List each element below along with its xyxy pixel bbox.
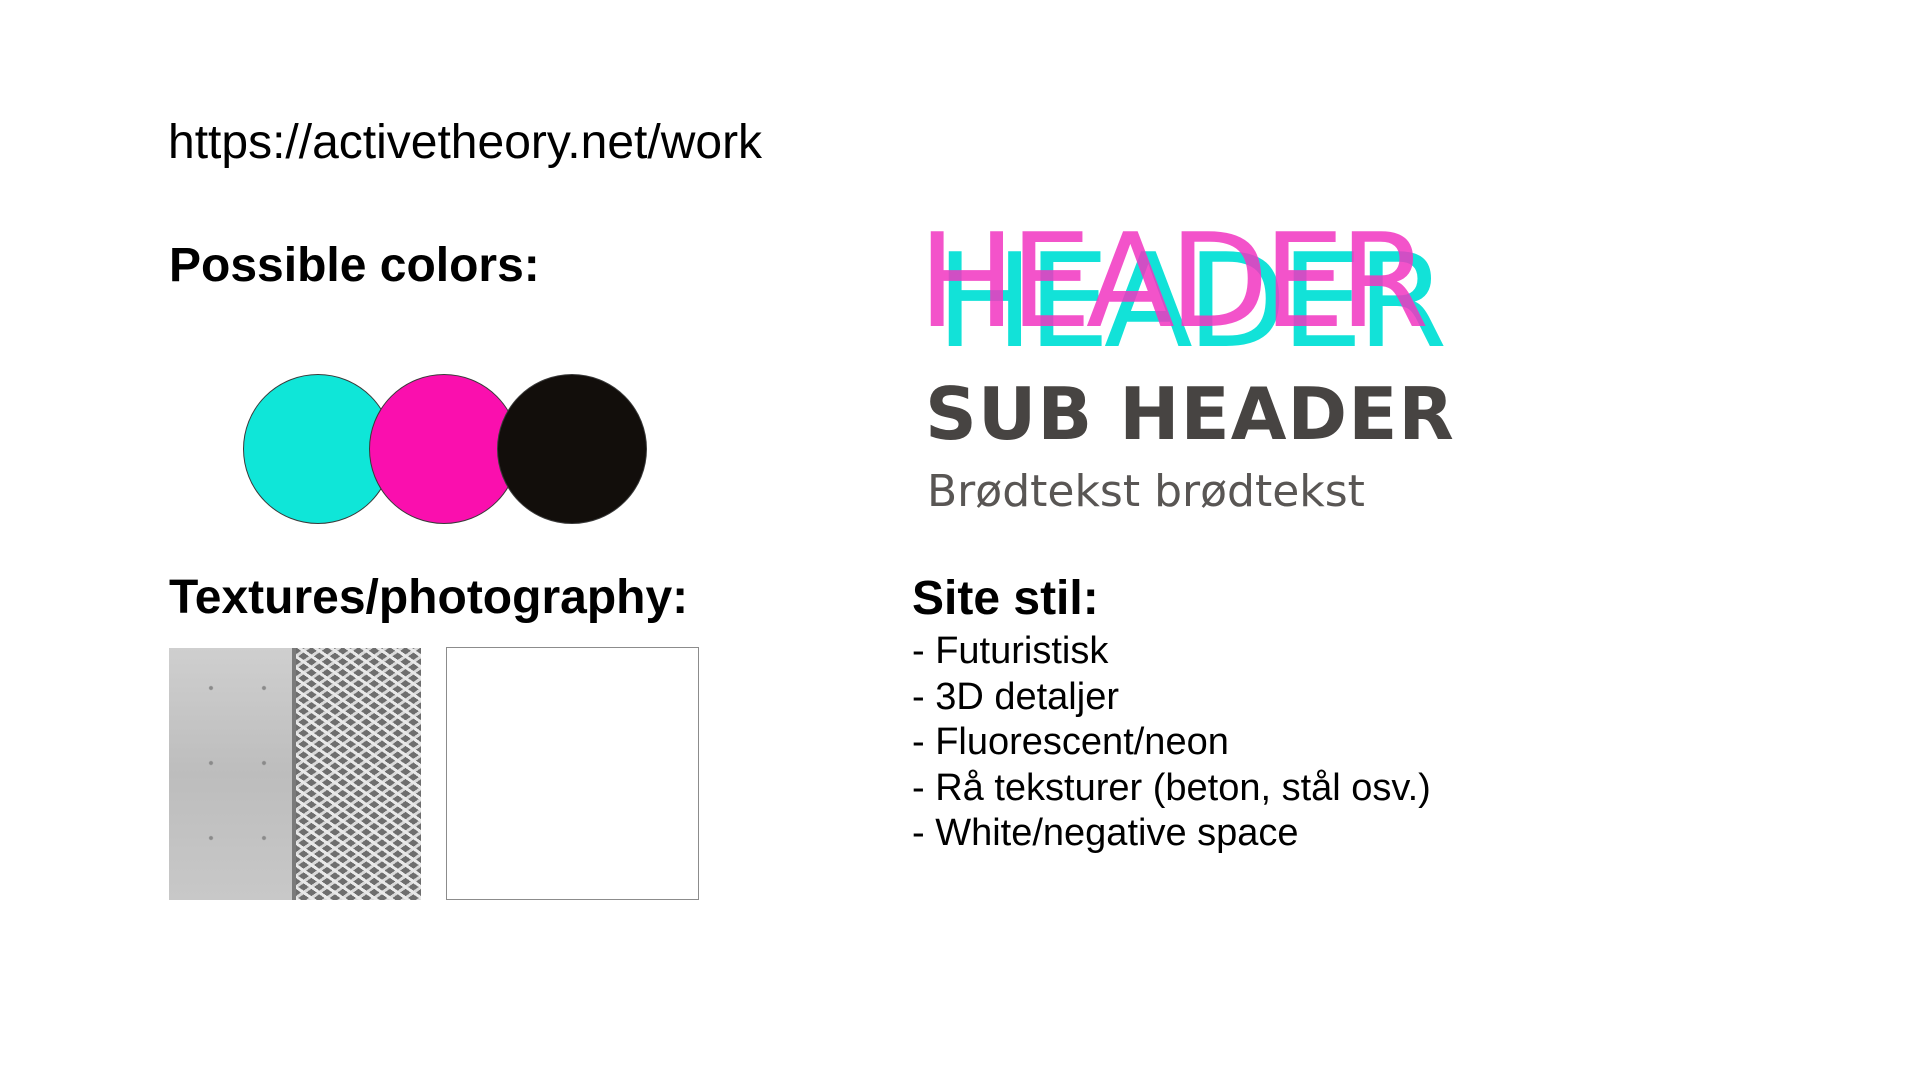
list-item: - 3D detaljer: [912, 675, 1119, 718]
header-text-magenta: HEADER: [918, 205, 1429, 357]
site-style-heading: Site stil:: [912, 572, 1099, 625]
list-item: - Rå teksturer (beton, stål osv.): [912, 766, 1431, 809]
concrete-panel: [169, 648, 295, 900]
textures-heading: Textures/photography:: [169, 571, 689, 624]
site-style-list: - Futuristisk - 3D detaljer - Fluorescen…: [912, 629, 1431, 857]
reference-url: https://activetheory.net/work: [168, 116, 763, 169]
colors-heading: Possible colors:: [169, 239, 540, 292]
subheader-sample: SUB HEADER: [925, 372, 1455, 456]
texture-placeholder-frame: [446, 647, 699, 900]
list-item: - White/negative space: [912, 812, 1299, 854]
header-sample: HEADER HEADER: [918, 205, 1518, 376]
list-item: - Futuristisk: [912, 630, 1109, 672]
list-item: - Fluorescent/neon: [912, 721, 1229, 763]
metal-mesh-panel: [296, 648, 421, 900]
swatch-black: [497, 374, 647, 524]
texture-concrete-mesh-image: [169, 648, 421, 900]
body-text-sample: Brødtekst brødtekst: [927, 466, 1365, 517]
